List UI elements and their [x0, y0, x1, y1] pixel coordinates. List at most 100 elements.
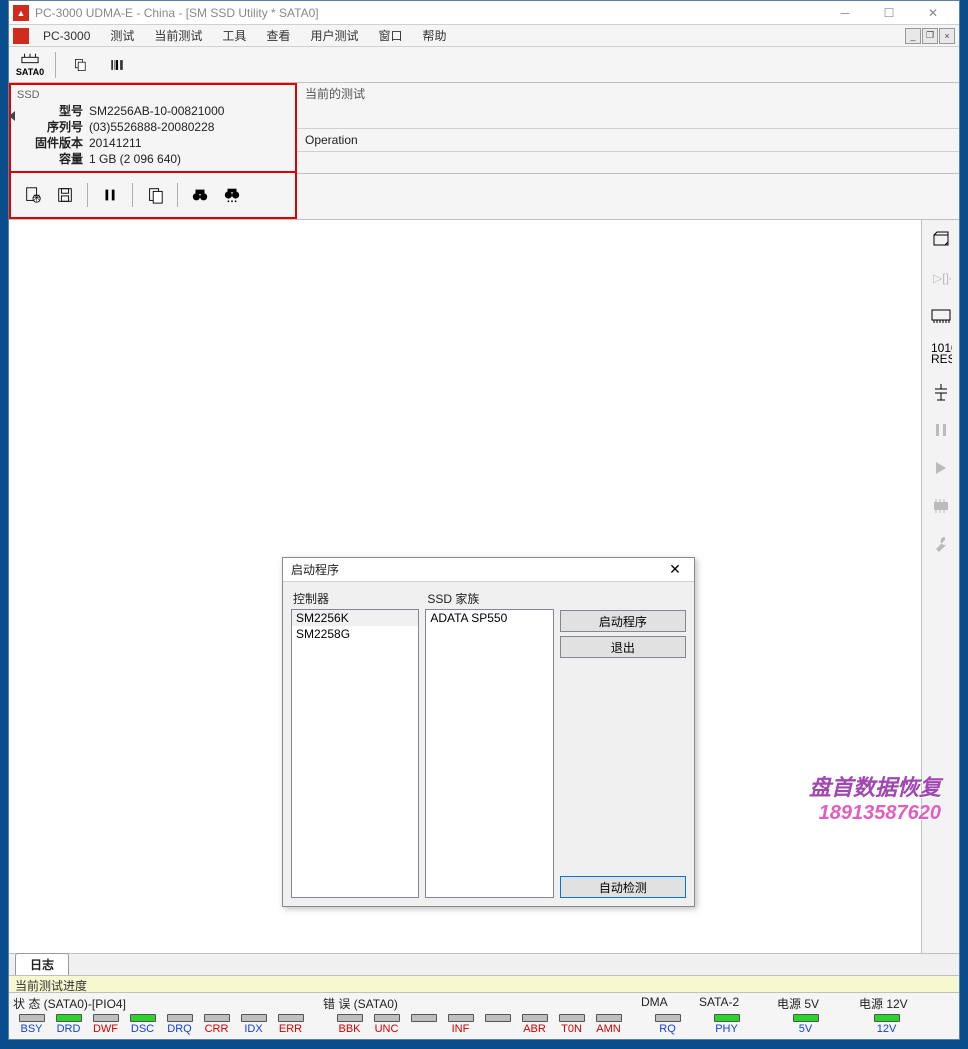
maximize-button[interactable]: ☐: [867, 2, 911, 24]
chip-icon: [930, 229, 952, 251]
operation-panel: 当前的测试 Operation: [297, 83, 959, 173]
led-indicator: [596, 1014, 622, 1022]
serial-label: 序列号: [17, 119, 89, 135]
led-label: T0N: [561, 1023, 582, 1035]
menu-test[interactable]: 测试: [100, 25, 144, 46]
side-btn-2[interactable]: ▷[]◁: [929, 266, 953, 290]
led-label: CRR: [205, 1023, 229, 1035]
led-label: BBK: [338, 1023, 360, 1035]
led-cell: BBK: [331, 1014, 368, 1035]
dialog-title: 启动程序: [291, 561, 664, 578]
led-label: DRD: [57, 1023, 81, 1035]
status-err-header: 错 误 (SATA0): [323, 995, 641, 1012]
status-sata-header: SATA-2: [699, 995, 777, 1012]
window-title: PC-3000 UDMA-E - China - [SM SSD Utility…: [35, 6, 823, 20]
led-label: 5V: [799, 1023, 812, 1035]
dialog-close-button[interactable]: ✕: [664, 560, 686, 580]
toolbar-separator: [55, 52, 56, 78]
led-cell: DRD: [50, 1014, 87, 1035]
autodetect-button[interactable]: 自动检测: [560, 876, 686, 898]
find-button[interactable]: [186, 181, 214, 209]
led-indicator: [337, 1014, 363, 1022]
svg-text:RESET: RESET: [931, 352, 952, 365]
settings-button[interactable]: [929, 532, 953, 556]
exit-button[interactable]: 退出: [560, 636, 686, 658]
led-label: ERR: [279, 1023, 302, 1035]
svg-text:▷[]◁: ▷[]◁: [933, 271, 951, 285]
barcode-button[interactable]: [102, 51, 132, 79]
copy-button[interactable]: [66, 51, 96, 79]
clipboard-icon: [146, 186, 164, 204]
mdi-minimize[interactable]: _: [905, 28, 921, 44]
led-label: IDX: [244, 1023, 262, 1035]
led-indicator: [448, 1014, 474, 1022]
toolbar-separator: [132, 183, 133, 207]
led-label: 12V: [877, 1023, 897, 1035]
chip-tool-button[interactable]: [929, 228, 953, 252]
mdi-close[interactable]: ×: [939, 28, 955, 44]
start-button[interactable]: 启动程序: [560, 610, 686, 632]
firmware-value: 20141211: [89, 135, 142, 151]
svg-text:✳: ✳: [32, 192, 41, 204]
menu-user-test[interactable]: 用户测试: [300, 25, 368, 46]
bottom-tabs: 日志: [9, 953, 959, 975]
minimize-button[interactable]: ─: [823, 2, 867, 24]
list-item[interactable]: SM2258G: [292, 626, 418, 642]
mdi-restore[interactable]: ❐: [922, 28, 938, 44]
menu-tools[interactable]: 工具: [212, 25, 256, 46]
led-cell: RQ: [649, 1014, 686, 1035]
menu-window[interactable]: 窗口: [368, 25, 412, 46]
status-p5-header: 电源 5V: [777, 995, 859, 1012]
pause-side-button[interactable]: [929, 418, 953, 442]
led-indicator: [19, 1014, 45, 1022]
led-label: DSC: [131, 1023, 154, 1035]
pause-icon: [101, 186, 119, 204]
toolbar-separator: [87, 183, 88, 207]
led-indicator: [241, 1014, 267, 1022]
wrench-icon: [931, 534, 951, 554]
led-cell: 12V: [868, 1014, 905, 1035]
app-icon-small: [13, 28, 29, 44]
menu-current-test[interactable]: 当前测试: [144, 25, 212, 46]
led-indicator: [522, 1014, 548, 1022]
find-next-button[interactable]: [218, 181, 246, 209]
led-indicator: [374, 1014, 400, 1022]
capacitor-button[interactable]: [929, 380, 953, 404]
led-indicator: [559, 1014, 585, 1022]
log-tab[interactable]: 日志: [15, 953, 69, 975]
led-cell: 5V: [787, 1014, 824, 1035]
led-indicator: [874, 1014, 900, 1022]
led-indicator: [793, 1014, 819, 1022]
startup-dialog: 启动程序 ✕ 控制器 SM2256K SM2258G SSD 家族 ADATA …: [282, 557, 695, 907]
ram-icon: [930, 307, 952, 325]
controller-label: 控制器: [291, 590, 419, 607]
led-cell: T0N: [553, 1014, 590, 1035]
collapse-icon[interactable]: [9, 111, 15, 121]
play-icon: [933, 460, 949, 476]
progress-bar: 当前测试进度: [9, 975, 959, 993]
save-button[interactable]: [51, 181, 79, 209]
chip2-button[interactable]: [929, 494, 953, 518]
menu-help[interactable]: 帮助: [412, 25, 456, 46]
save-icon: [56, 186, 74, 204]
close-button[interactable]: ✕: [911, 2, 955, 24]
main-toolbar: SATA0: [9, 47, 959, 83]
ram-tool-button[interactable]: [929, 304, 953, 328]
menu-view[interactable]: 查看: [256, 25, 300, 46]
reset-button[interactable]: 1010RESET: [929, 342, 953, 366]
operation-label: Operation: [297, 129, 959, 152]
family-list[interactable]: ADATA SP550: [425, 609, 553, 898]
controller-list[interactable]: SM2256K SM2258G: [291, 609, 419, 898]
action-toolbar: ✳: [9, 172, 297, 219]
new-doc-button[interactable]: ✳: [19, 181, 47, 209]
list-item[interactable]: ADATA SP550: [426, 610, 552, 626]
clipboard-button[interactable]: [141, 181, 169, 209]
play-side-button[interactable]: [929, 456, 953, 480]
list-item[interactable]: SM2256K: [292, 610, 418, 626]
status-bar: 状 态 (SATA0)-[PIO4] 错 误 (SATA0) DMA SATA-…: [9, 993, 959, 1039]
brand-label: PC-3000: [33, 27, 100, 45]
pause-button[interactable]: [96, 181, 124, 209]
led-indicator: [714, 1014, 740, 1022]
led-indicator: [485, 1014, 511, 1022]
sata-port-button[interactable]: SATA0: [15, 51, 45, 79]
